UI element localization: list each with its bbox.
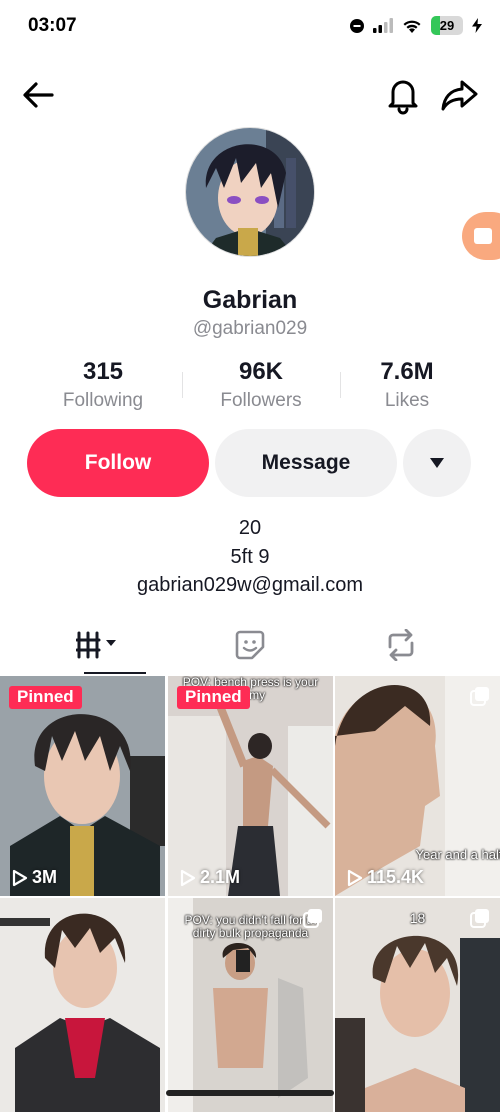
pinned-badge: Pinned: [9, 686, 82, 709]
multi-image-icon: [303, 909, 322, 928]
stat-followers[interactable]: 96K Followers: [181, 358, 341, 412]
grid-icon: [76, 631, 116, 659]
liked-icon: [235, 630, 265, 660]
stat-value: 7.6M: [380, 358, 434, 385]
play-icon: [12, 869, 28, 886]
message-button[interactable]: Message: [215, 429, 397, 497]
pinned-badge: Pinned: [177, 686, 250, 709]
cellular-signal-icon: [373, 18, 393, 33]
avatar[interactable]: [185, 127, 315, 257]
wifi-icon: [403, 20, 421, 33]
display-name: Gabrian: [202, 286, 298, 314]
status-icons: 29: [350, 16, 482, 35]
play-icon: [180, 869, 196, 886]
view-count-text: 2.1M: [200, 867, 241, 887]
bio: 20 5ft 9 gabrian029w@gmail.com: [0, 514, 500, 600]
more-options-button[interactable]: [403, 429, 471, 497]
username: @gabrian029: [192, 318, 308, 339]
active-tab-underline: [84, 672, 146, 674]
status-time: 03:07: [28, 15, 77, 36]
multi-image-icon: [470, 687, 489, 706]
stat-value: 96K: [238, 358, 284, 385]
tab-reposts[interactable]: [318, 616, 484, 674]
stat-label: Following: [62, 390, 144, 411]
focus-mode-icon: [350, 18, 364, 33]
video-grid: Pinned 3M POV: bench press is your nemy P…: [0, 676, 500, 1112]
back-arrow-icon[interactable]: [18, 76, 58, 116]
profile-stats: 315 Following 96K Followers 7.6M Likes: [0, 358, 500, 418]
stat-likes[interactable]: 7.6M Likes: [327, 358, 487, 412]
video-thumbnail[interactable]: 18: [335, 898, 500, 1112]
follow-button[interactable]: Follow: [27, 429, 209, 497]
video-camera-icon[interactable]: [462, 212, 500, 260]
profile-tabs: [0, 616, 500, 674]
battery-level: 29: [439, 18, 455, 33]
video-caption: Year and a half: [415, 847, 500, 862]
video-thumbnail[interactable]: POV: you didn't fall for th dirty bulk pr…: [168, 898, 333, 1112]
bio-line: 20: [238, 517, 262, 539]
tab-liked[interactable]: [167, 616, 333, 674]
view-count: 3M: [10, 867, 57, 888]
charging-bolt-icon: [472, 18, 482, 33]
multi-image-icon: [470, 909, 489, 928]
stat-following[interactable]: 315 Following: [23, 358, 183, 412]
view-count-text: 3M: [32, 867, 58, 887]
view-count-text: 115.4K: [367, 867, 425, 887]
bio-email: gabrian029w@gmail.com: [137, 574, 363, 596]
tab-videos[interactable]: [16, 616, 182, 674]
stat-label: Likes: [384, 390, 430, 411]
bell-icon[interactable]: [382, 74, 424, 116]
caret-down-icon: [430, 458, 444, 468]
share-icon[interactable]: [438, 74, 480, 116]
view-count: 2.1M: [178, 867, 240, 888]
repost-icon: [388, 629, 414, 661]
play-icon: [347, 869, 363, 886]
stat-label: Followers: [220, 390, 302, 411]
battery-indicator: 29: [431, 16, 463, 35]
view-count: 115.4K: [345, 867, 424, 888]
bio-line: 5ft 9: [230, 545, 270, 568]
video-thumbnail[interactable]: POV: bench press is your nemy Pinned 2.1M: [168, 676, 333, 896]
home-indicator[interactable]: [166, 1090, 334, 1096]
video-thumbnail[interactable]: [0, 898, 165, 1112]
stat-value: 315: [82, 358, 124, 385]
video-thumbnail[interactable]: Pinned 3M: [0, 676, 165, 896]
video-thumbnail[interactable]: Year and a half 115.4K: [335, 676, 500, 896]
status-bar: 03:07 29: [0, 0, 500, 54]
